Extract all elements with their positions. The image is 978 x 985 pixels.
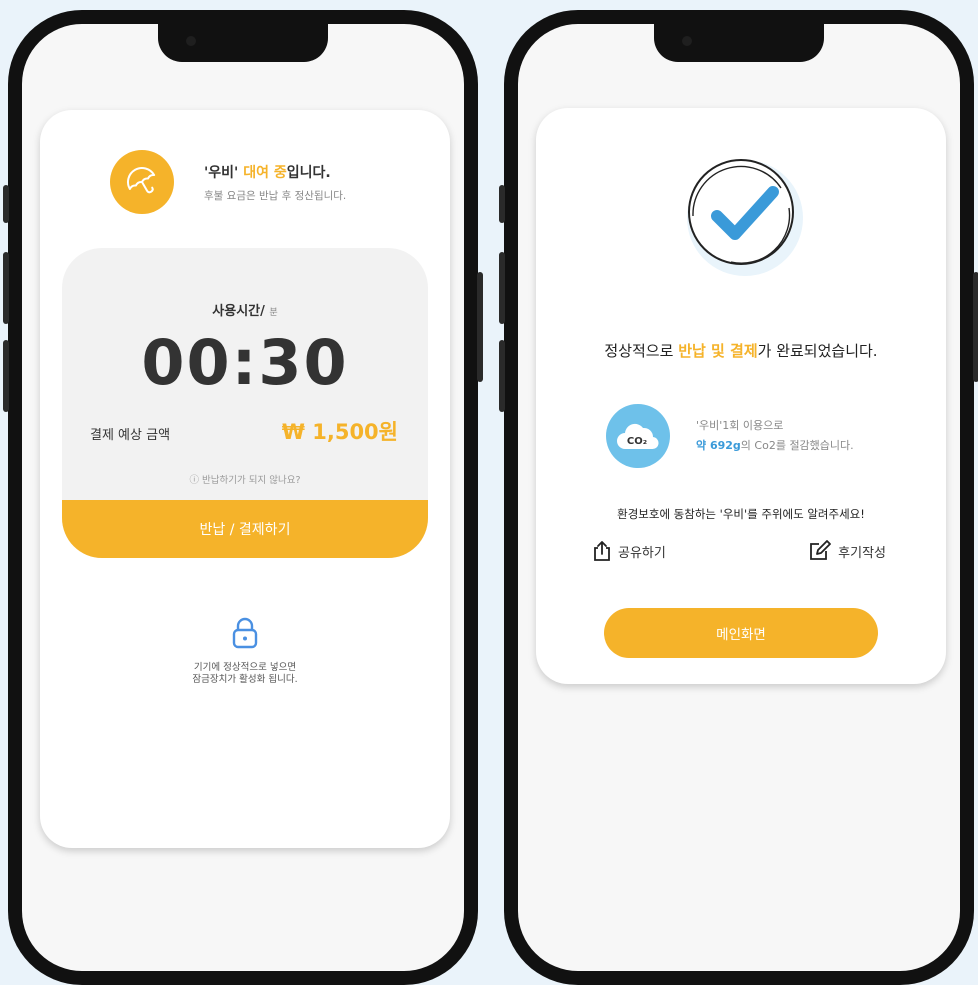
- rental-card: '우비' 대여 중입니다. 후불 요금은 반납 후 정산됩니다. 사용시간/ 분…: [40, 110, 450, 848]
- rental-status-title: '우비' 대여 중입니다.: [204, 164, 331, 181]
- complete-card: 정상적으로 반납 및 결제가 완료되었습니다. CO₂ '우비'1회 이용으로 …: [536, 108, 946, 684]
- rental-status-subtitle: 후불 요금은 반납 후 정산됩니다.: [204, 189, 347, 202]
- co2-line1: '우비'1회 이용으로: [696, 419, 784, 432]
- notch: [654, 24, 824, 62]
- check-icon: [671, 146, 811, 286]
- usage-time-label: 사용시간/ 분: [212, 304, 278, 319]
- lock-icon: [232, 617, 258, 649]
- estimate-amount: ₩ 1,500원: [281, 420, 398, 444]
- estimate-label: 결제 예상 금액: [90, 428, 171, 443]
- usage-panel: 사용시간/ 분 00:30 결제 예상 금액 ₩ 1,500원 ⓘ 반납하기가 …: [62, 248, 428, 558]
- silent-switch: [499, 185, 505, 223]
- share-message: 환경보호에 동참하는 '우비'를 주위에도 알려주세요!: [617, 507, 865, 521]
- complete-message: 정상적으로 반납 및 결제가 완료되었습니다.: [604, 342, 878, 360]
- volume-down-button: [3, 340, 9, 412]
- main-screen-button[interactable]: 메인화면: [604, 608, 878, 658]
- share-button[interactable]: 공유하기: [592, 540, 666, 562]
- volume-up-button: [499, 252, 505, 324]
- co2-info: CO₂ '우비'1회 이용으로 약 692g의 Co2를 절감했습니다.: [606, 404, 854, 468]
- rental-screen: '우비' 대여 중입니다. 후불 요금은 반납 후 정산됩니다. 사용시간/ 분…: [22, 24, 464, 971]
- lock-note: 기기에 정상적으로 넣으면 잠금장치가 활성화 됩니다.: [192, 662, 298, 685]
- return-pay-button[interactable]: 반납 / 결제하기: [62, 500, 428, 558]
- usage-timer: 00:30: [141, 326, 349, 399]
- power-button: [477, 272, 483, 382]
- edit-icon: [810, 540, 832, 560]
- silent-switch: [3, 185, 9, 223]
- svg-text:CO₂: CO₂: [627, 436, 647, 447]
- phone-rental: '우비' 대여 중입니다. 후불 요금은 반납 후 정산됩니다. 사용시간/ 분…: [3, 10, 483, 985]
- phone-complete: 정상적으로 반납 및 결제가 완료되었습니다. CO₂ '우비'1회 이용으로 …: [499, 10, 978, 985]
- action-row: 공유하기 후기작성: [592, 540, 886, 562]
- volume-down-button: [499, 340, 505, 412]
- rental-header: '우비' 대여 중입니다. 후불 요금은 반납 후 정산됩니다.: [110, 150, 346, 214]
- review-button[interactable]: 후기작성: [808, 540, 886, 562]
- lock-info: 기기에 정상적으로 넣으면 잠금장치가 활성화 됩니다.: [40, 616, 450, 686]
- complete-screen: 정상적으로 반납 및 결제가 완료되었습니다. CO₂ '우비'1회 이용으로 …: [518, 24, 960, 971]
- volume-up-button: [3, 252, 9, 324]
- co2-cloud-icon: CO₂: [606, 404, 670, 468]
- return-help-link[interactable]: ⓘ 반납하기가 되지 않나요?: [62, 472, 428, 486]
- umbrella-icon: [110, 150, 174, 214]
- notch: [158, 24, 328, 62]
- share-icon: [594, 541, 610, 561]
- power-button: [973, 272, 978, 382]
- co2-line2: 약 692g의 Co2를 절감했습니다.: [696, 439, 854, 452]
